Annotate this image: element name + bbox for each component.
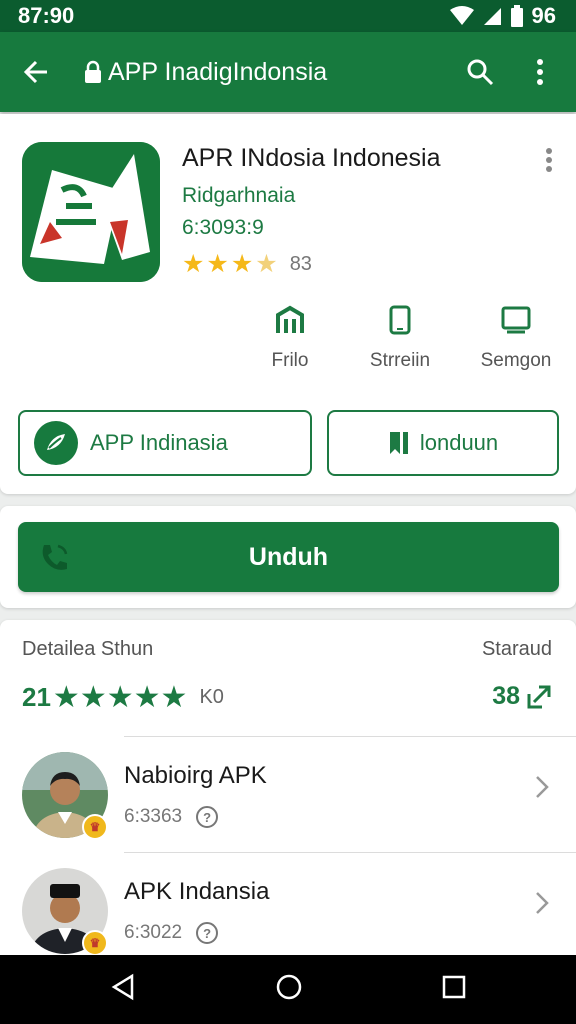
status-bar: 87:90 96 <box>0 0 576 32</box>
details-card: Detailea Sthun Staraud 21 ★ ★ ★ ★ ★ K0 3… <box>0 620 576 960</box>
phone-call-icon <box>42 544 68 570</box>
wifi-icon <box>449 6 474 25</box>
feature-label: Frilo <box>271 350 309 371</box>
battery-level: 96 <box>531 3 556 28</box>
bookmark-label: londuun <box>419 430 499 455</box>
app-bar: APP InadigIndonsia <box>0 32 576 112</box>
triangle-back-icon <box>111 973 133 1001</box>
star-icon: ★ <box>182 250 205 278</box>
app-logo-icon <box>22 142 160 282</box>
back-button[interactable] <box>14 50 58 94</box>
nav-back-button[interactable] <box>110 973 136 1006</box>
feature-semgon[interactable]: Semgon <box>466 304 566 372</box>
leaf-logo-icon <box>34 421 78 465</box>
list-item-title: APK Indansia <box>124 878 270 905</box>
app-name: APR INdosia Indonesia <box>182 144 441 172</box>
app-more-button[interactable] <box>544 148 554 172</box>
status-time: 87:90 <box>18 3 75 28</box>
star-icon: ★ <box>79 680 107 714</box>
search-button[interactable] <box>458 50 502 94</box>
circle-home-icon <box>276 974 302 1000</box>
app-rating: ★ ★ ★ ★ 83 <box>182 252 312 277</box>
back-arrow-icon <box>23 60 47 84</box>
install-label: Unduh <box>248 542 329 571</box>
trend-value: 38 <box>492 682 520 710</box>
phone-device-icon <box>389 305 411 335</box>
list-item-subtitle: 6:3022 ? <box>124 922 219 944</box>
details-rating-count: K0 <box>199 686 224 708</box>
list-item[interactable]: ♛ Nabioirg APK 6:3363 ? <box>0 738 576 840</box>
bookmark-icon <box>389 432 408 454</box>
feature-label: Strreiin <box>369 350 431 371</box>
feature-frilo[interactable]: Frilo <box>240 304 340 372</box>
chevron-right-icon <box>536 776 549 798</box>
details-link[interactable]: Staraud <box>482 638 552 661</box>
bookmark-button[interactable]: londuun <box>327 410 559 476</box>
feature-label: Semgon <box>480 350 552 371</box>
dot <box>546 157 552 163</box>
star-icon: ★ <box>52 680 80 714</box>
status-icons: 96 <box>449 3 556 29</box>
search-icon <box>467 59 494 86</box>
share-arrow-icon <box>527 685 551 708</box>
medal-badge-icon: ♛ <box>82 814 108 840</box>
system-nav-bar <box>0 955 576 1024</box>
lock-icon <box>85 60 101 83</box>
more-vert-icon <box>537 59 543 85</box>
overflow-menu-button[interactable] <box>518 50 562 94</box>
app-indinasia-label: APP Indinasia <box>90 430 228 455</box>
install-card: Unduh <box>0 506 576 608</box>
square-recents-icon <box>443 975 466 999</box>
rating-count: 83 <box>289 253 312 275</box>
help-icon[interactable]: ? <box>196 922 219 944</box>
divider <box>124 736 576 737</box>
star-icon: ★ <box>230 250 254 278</box>
star-icon: ★ <box>206 250 229 278</box>
star-half-icon: ★ <box>255 250 278 278</box>
app-version: 6:3093:9 <box>182 216 264 239</box>
signal-icon <box>483 8 501 25</box>
dot <box>546 148 552 154</box>
list-item-version: 6:3363 <box>124 806 183 827</box>
trend-button[interactable]: 38 <box>492 682 552 711</box>
rating-number: 21 <box>22 682 51 712</box>
tablet-icon <box>501 306 531 334</box>
feature-strreiin[interactable]: Strreiin <box>350 304 450 372</box>
nav-recents-button[interactable] <box>442 975 466 1004</box>
developer-link[interactable]: Ridgarhnaia <box>182 184 295 208</box>
app-indinasia-button[interactable]: APP Indinasia <box>18 410 312 476</box>
chevron-right-icon <box>536 892 549 914</box>
list-item[interactable]: ♛ APK Indansia 6:3022 ? <box>0 854 576 956</box>
help-icon[interactable]: ? <box>196 806 219 828</box>
star-icon: ★ <box>160 680 188 714</box>
list-item-version: 6:3022 <box>124 922 183 943</box>
battery-icon <box>510 5 523 27</box>
dot <box>546 166 552 172</box>
list-item-subtitle: 6:3363 ? <box>124 806 219 828</box>
building-icon <box>276 305 304 333</box>
app-bar-title-text: APP InadigIndonsia <box>108 57 328 86</box>
list-item-title: Nabioirg APK <box>124 762 267 789</box>
star-icon: ★ <box>106 680 134 714</box>
details-title: Detailea Sthun <box>22 638 154 660</box>
medal-badge-icon: ♛ <box>82 930 108 956</box>
divider <box>124 852 576 853</box>
install-button[interactable]: Unduh <box>18 522 559 592</box>
app-bar-title: APP InadigIndonsia <box>84 58 458 87</box>
nav-home-button[interactable] <box>275 973 303 1006</box>
star-icon: ★ <box>133 680 161 714</box>
details-rating: 21 ★ ★ ★ ★ ★ K0 <box>22 682 224 713</box>
app-info-card: APR INdosia Indonesia Ridgarhnaia 6:3093… <box>0 114 576 494</box>
